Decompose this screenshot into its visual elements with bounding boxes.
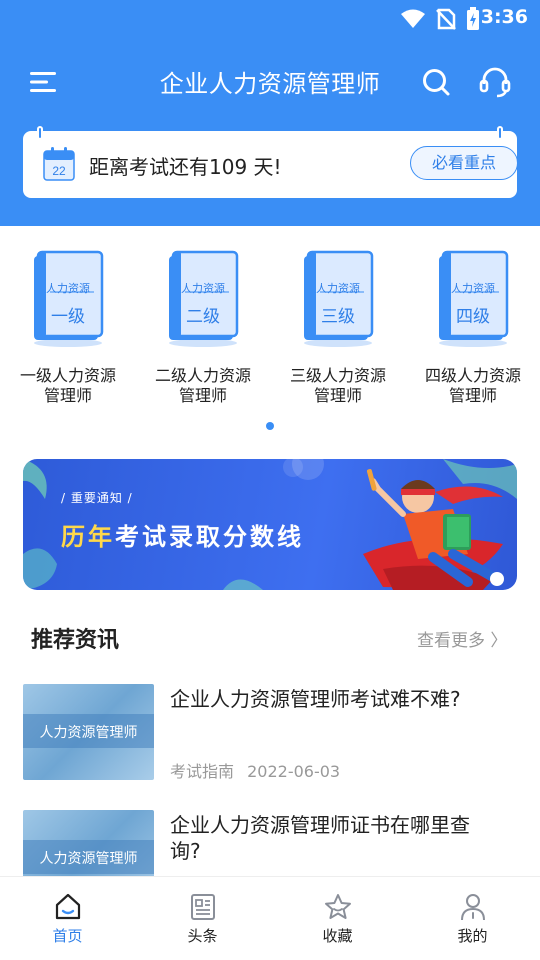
level-label: 三级人力资源管理师 [289,366,386,405]
nav-label: 我的 [457,927,488,945]
nav-home[interactable]: 首页 [0,877,135,960]
no-sim-icon [436,8,456,30]
nav-label: 头条 [187,927,218,945]
section-title: 推荐资讯 [31,628,120,653]
headset-icon[interactable] [478,66,512,98]
book-subject: 人力资源 [451,282,495,295]
view-more-link[interactable]: 查看更多 〉 [417,626,507,651]
app-title: 企业人力资源管理师 [159,70,381,98]
nav-favorites[interactable]: 收藏 [270,877,405,960]
user-icon [460,894,485,921]
banner-kicker: / 重要通知 / [61,491,133,505]
bottom-nav: 首页 头条 收藏 我的 [0,876,540,960]
banner-title: 历年考试录取分数线 [61,517,304,552]
star-icon [324,894,351,919]
article-thumbnail: 人力资源管理师 [23,684,154,780]
level-item-4[interactable]: 人力资源 四级 四级人力资源管理师 [418,248,528,406]
level-label: 一级人力资源管理师 [19,366,116,405]
level-label: 二级人力资源管理师 [154,366,251,405]
article-date: 2022-06-03 [247,762,341,781]
status-time: 3:36 [480,6,528,28]
thumbnail-text: 人力资源管理师 [39,725,138,741]
book-level: 四级 [456,307,490,327]
countdown-text: 距离考试还有109 天! [89,155,282,179]
book-icon: 人力资源 二级 [163,248,243,348]
must-see-button[interactable]: 必看重点 [410,146,518,180]
book-subject: 人力资源 [46,282,90,295]
news-icon [190,894,215,920]
status-bar: 3:36 [0,0,540,36]
article-item[interactable]: 人力资源管理师 企业人力资源管理师考试难不难? 考试指南 2022-06-03 [23,684,517,784]
battery-icon [467,7,479,30]
article-category: 考试指南 [170,762,235,781]
nav-label: 收藏 [322,927,353,945]
article-meta: 考试指南 2022-06-03 [170,758,340,782]
thumbnail-text: 人力资源管理师 [39,851,138,867]
book-icon: 人力资源 四级 [433,248,513,348]
level-item-2[interactable]: 人力资源 二级 二级人力资源管理师 [148,248,258,406]
book-icon: 人力资源 三级 [298,248,378,348]
level-label: 四级人力资源管理师 [424,366,521,405]
search-icon[interactable] [420,66,452,98]
book-icon: 人力资源 一级 [28,248,108,348]
countdown-card: 22 距离考试还有109 天! 必看重点 [23,126,518,198]
book-level: 一级 [51,307,85,327]
notice-banner[interactable]: / 重要通知 / 历年考试录取分数线 [23,459,517,590]
calendar-day: 22 [52,164,66,178]
nav-label: 首页 [52,927,83,945]
banner-title-highlight: 历年 [61,523,115,551]
pin-right [497,126,503,140]
article-title: 企业人力资源管理师考试难不难? [170,687,461,711]
top-bar: 企业人力资源管理师 [0,62,540,102]
book-level: 二级 [186,307,220,327]
wifi-icon [401,9,425,28]
header: 3:36 企业人力资源管理师 22 距离考试还有109 天! 必看重点 [0,0,540,226]
article-title: 企业人力资源管理师证书在哪里查询? [170,813,470,863]
level-item-3[interactable]: 人力资源 三级 三级人力资源管理师 [283,248,393,406]
nav-mine[interactable]: 我的 [405,877,540,960]
book-subject: 人力资源 [181,282,225,295]
calendar-icon: 22 [43,147,75,181]
nav-news[interactable]: 头条 [135,877,270,960]
carousel-dot [266,422,274,430]
banner-title-rest: 考试录取分数线 [115,523,304,551]
level-grid: 人力资源 一级 一级人力资源管理师 人力资源 二级 二级人力资源管理师 人力资源… [0,248,540,418]
book-subject: 人力资源 [316,282,360,295]
home-icon [55,893,80,920]
book-level: 三级 [321,307,355,327]
level-item-1[interactable]: 人力资源 一级 一级人力资源管理师 [13,248,123,406]
pin-left [37,126,43,140]
